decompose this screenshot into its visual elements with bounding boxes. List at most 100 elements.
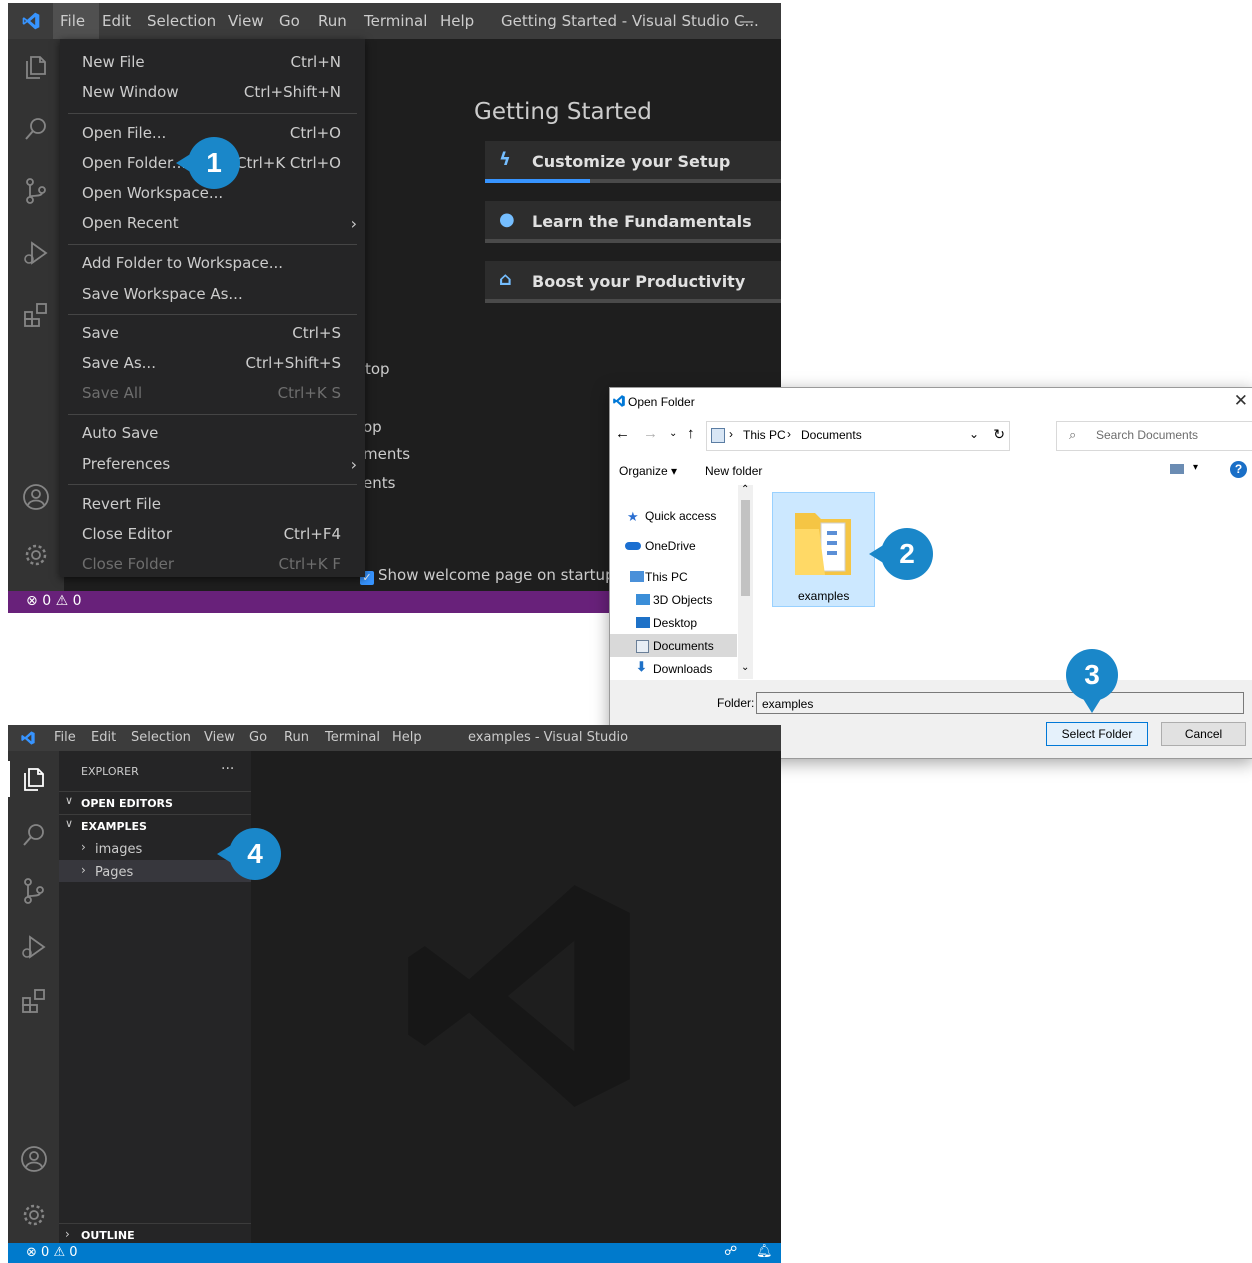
chevron-right-icon: › [65,1227,70,1241]
menu-run[interactable]: Run [284,730,309,745]
menu-item-auto-save[interactable]: Auto Save [60,420,365,448]
nav-3d-objects[interactable]: 3D Objects [653,593,712,607]
menu-label: Open Workspace... [82,184,224,202]
back-arrow-icon[interactable]: ← [615,425,630,442]
menu-terminal[interactable]: Terminal [325,730,380,745]
account-icon[interactable] [22,483,50,511]
background-text-fragment: op [363,418,382,436]
view-options-icon[interactable] [1170,464,1184,474]
menu-shortcut: Ctrl+S [292,324,341,342]
chevron-down-icon: ∨ [65,817,74,830]
search-icon[interactable] [22,115,50,143]
menu-view[interactable]: View [228,12,264,30]
more-actions-icon[interactable]: ··· [221,761,234,777]
menu-edit[interactable]: Edit [91,730,116,745]
file-menu-dropdown: New File Ctrl+N New Window Ctrl+Shift+N Op… [60,39,365,577]
minimize-button[interactable]: — [739,12,754,30]
menu-edit[interactable]: Edit [102,12,131,30]
cancel-button[interactable]: Cancel [1161,722,1246,746]
source-control-icon[interactable] [22,177,50,205]
breadcrumb-this-pc[interactable]: This PC [743,428,786,442]
error-icon: ⊗ [26,593,38,609]
menu-item-new-window[interactable]: New Window Ctrl+Shift+N [60,79,365,107]
address-bar[interactable]: › This PC › Documents ⌄ ↻ [706,421,1010,451]
nav-this-pc[interactable]: This PC [645,570,688,584]
menu-file[interactable]: File [54,730,76,745]
run-debug-icon[interactable] [22,239,50,267]
show-welcome-checkbox[interactable]: ✓ Show welcome page on startup [360,566,615,585]
menu-item-open-recent[interactable]: Open Recent › [60,210,365,238]
menu-shortcut: Ctrl+Shift+N [243,83,341,101]
menu-item-save-workspace-as[interactable]: Save Workspace As... [60,281,365,309]
feedback-icon[interactable]: ☍ [724,1244,737,1259]
menu-selection[interactable]: Selection [131,730,191,745]
section-examples[interactable]: ∨ EXAMPLES [59,814,251,837]
error-count: 0 [42,593,52,609]
nav-scrollbar-thumb[interactable] [741,500,750,596]
menu-selection[interactable]: Selection [147,12,216,30]
search-icon: ⌕ [1069,427,1077,442]
search-icon[interactable] [20,821,48,849]
select-folder-button[interactable]: Select Folder [1046,722,1148,746]
card-progress [485,179,781,183]
menu-help[interactable]: Help [392,730,422,745]
settings-gear-icon[interactable] [20,1201,48,1229]
problems-indicator[interactable]: ⊗ 0 ⚠ 0 [26,1245,78,1260]
help-icon[interactable]: ? [1230,461,1247,478]
close-icon[interactable]: ✕ [1234,391,1248,411]
section-open-editors[interactable]: ∨ OPEN EDITORS [59,791,251,814]
menu-item-preferences[interactable]: Preferences › [60,451,365,479]
menu-label: Revert File [82,495,161,513]
nav-onedrive[interactable]: OneDrive [645,539,696,553]
folder-name-input[interactable]: examples [756,692,1244,714]
notifications-bell-icon[interactable]: 🔔︎ [756,1244,773,1259]
folder-name: examples [798,589,850,603]
extensions-icon[interactable] [20,987,48,1015]
up-arrow-icon[interactable]: ↑ [687,425,695,442]
recent-dropdown-icon[interactable]: ⌄ [669,428,677,439]
card-boost-productivity[interactable]: ⌂ Boost your Productivity [485,261,781,303]
new-folder-button[interactable]: New folder [705,464,762,478]
organize-button[interactable]: Organize ▾ [619,464,677,478]
menu-item-close-editor[interactable]: Close Editor Ctrl+F4 [60,521,365,549]
settings-gear-icon[interactable] [22,541,50,569]
menu-label: Auto Save [82,424,159,442]
menu-item-new-file[interactable]: New File Ctrl+N [60,49,365,77]
menu-terminal[interactable]: Terminal [364,12,427,30]
card-learn-fundamentals[interactable]: ● Learn the Fundamentals [485,201,781,243]
menu-file[interactable]: File [60,12,85,30]
menu-view[interactable]: View [204,730,235,745]
menu-separator [68,314,357,315]
account-icon[interactable] [20,1145,48,1173]
folder-item-examples[interactable]: examples [772,492,875,607]
nav-downloads[interactable]: Downloads [653,662,712,676]
explorer-icon[interactable] [20,765,48,793]
menu-run[interactable]: Run [318,12,347,30]
card-customize-setup[interactable]: ϟ Customize your Setup [485,141,781,183]
menu-item-add-folder-workspace[interactable]: Add Folder to Workspace... [60,250,365,278]
address-dropdown-icon[interactable]: ⌄ [969,427,979,441]
view-dropdown-icon[interactable]: ▾ [1193,462,1198,473]
nav-documents[interactable]: Documents [653,639,714,653]
source-control-icon[interactable] [20,877,48,905]
breadcrumb-documents[interactable]: Documents [801,428,862,442]
menu-go[interactable]: Go [279,12,300,30]
explorer-icon[interactable] [22,53,50,81]
scroll-down-icon[interactable]: ⌄ [741,662,749,673]
menu-label: Save All [82,384,143,402]
problems-indicator[interactable]: ⊗ 0 ⚠ 0 [26,593,82,609]
menu-help[interactable]: Help [440,12,474,30]
refresh-icon[interactable]: ↻ [993,426,1005,443]
extensions-icon[interactable] [22,301,50,329]
menu-item-revert-file[interactable]: Revert File [60,491,365,519]
nav-quick-access[interactable]: Quick access [645,509,716,523]
menu-item-save[interactable]: Save Ctrl+S [60,320,365,348]
run-debug-icon[interactable] [20,933,48,961]
menu-go[interactable]: Go [249,730,267,745]
forward-arrow-icon[interactable]: → [643,425,658,442]
nav-scrollbar[interactable]: ⌃ ⌄ [738,484,753,679]
nav-desktop[interactable]: Desktop [653,616,697,630]
scroll-up-icon[interactable]: ⌃ [741,484,749,495]
menu-item-save-as[interactable]: Save As... Ctrl+Shift+S [60,350,365,378]
search-input[interactable]: ⌕ Search Documents [1056,421,1252,451]
